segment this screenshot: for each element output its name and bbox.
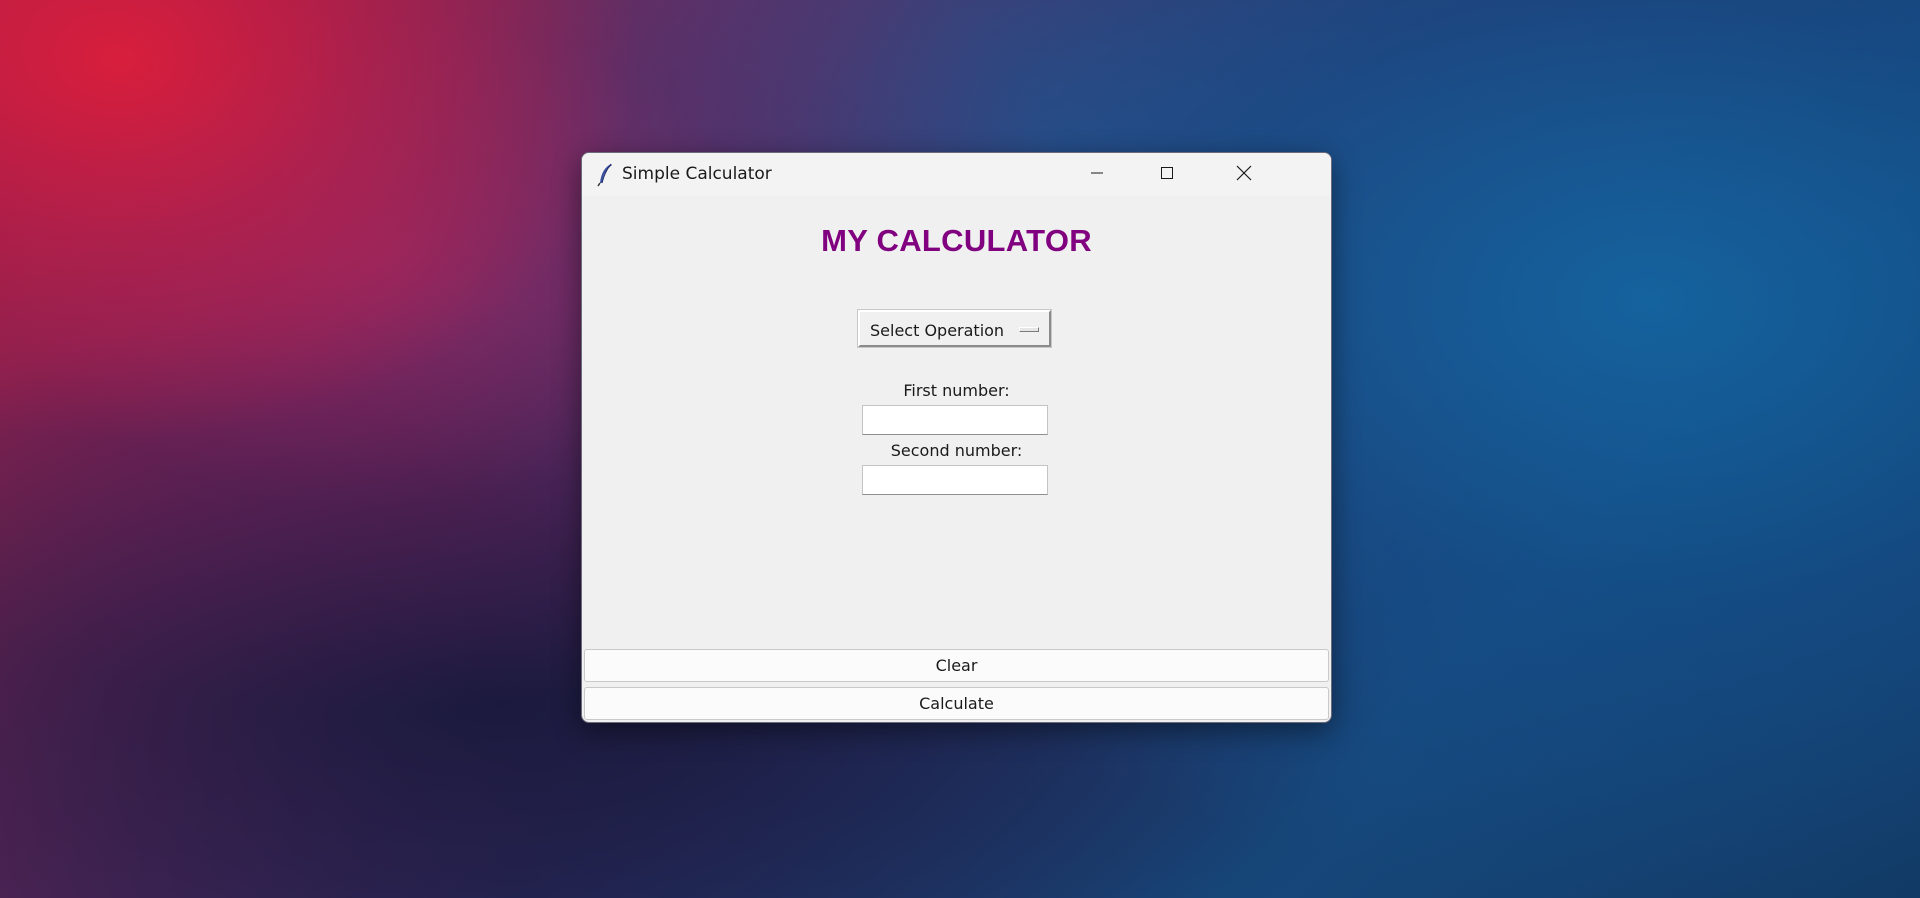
close-button[interactable] xyxy=(1202,153,1286,196)
desktop-background: Simple Calculator MY CALCULATOR Select O… xyxy=(0,0,1920,898)
maximize-button[interactable] xyxy=(1132,153,1202,196)
second-number-label: Second number: xyxy=(890,441,1023,460)
feather-icon xyxy=(596,163,616,187)
calculator-window: Simple Calculator MY CALCULATOR Select O… xyxy=(581,152,1332,723)
operation-menu-label: Select Operation xyxy=(870,321,1005,340)
first-number-input[interactable] xyxy=(862,405,1048,435)
option-menu-indicator-icon xyxy=(1019,327,1039,332)
operation-menu-button[interactable]: Select Operation xyxy=(857,309,1052,348)
window-title: Simple Calculator xyxy=(622,164,772,184)
close-icon xyxy=(1235,164,1253,186)
minimize-icon xyxy=(1089,165,1105,185)
calculate-button[interactable]: Calculate xyxy=(584,687,1329,720)
minimize-button[interactable] xyxy=(1062,153,1132,196)
second-number-input[interactable] xyxy=(862,465,1048,495)
title-bar[interactable]: Simple Calculator xyxy=(582,153,1331,196)
first-number-label: First number: xyxy=(903,381,1010,400)
calculator-heading: MY CALCULATOR xyxy=(821,223,1092,258)
clear-button[interactable]: Clear xyxy=(584,649,1329,682)
maximize-icon xyxy=(1159,165,1175,185)
